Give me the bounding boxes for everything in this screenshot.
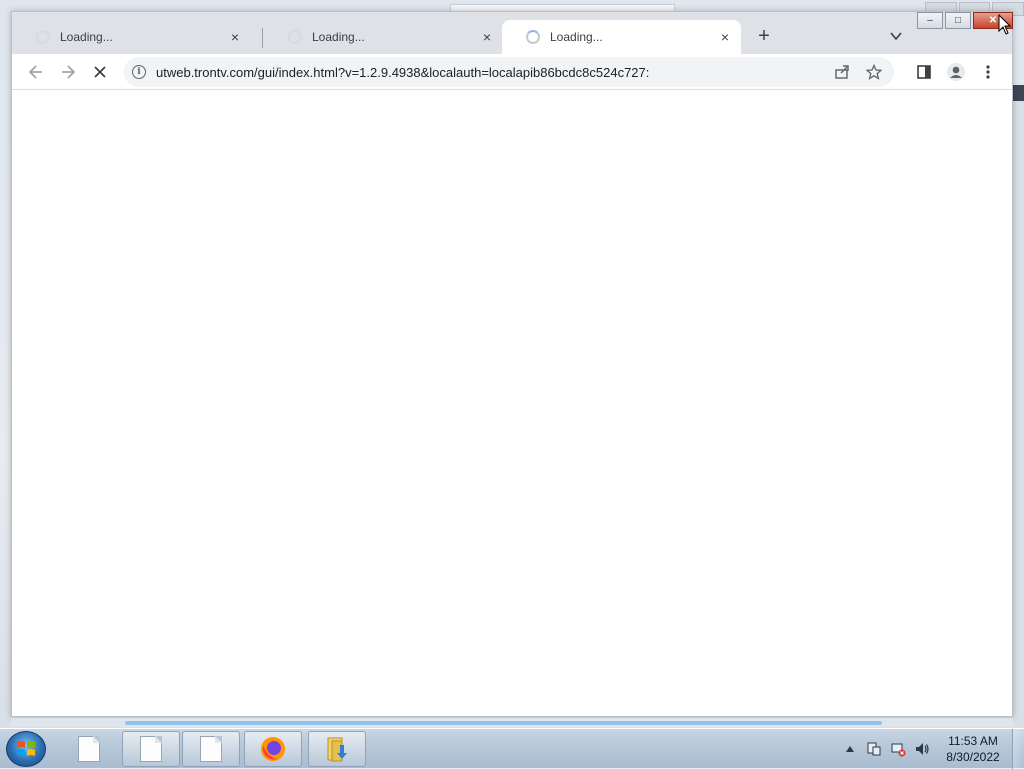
document-icon [78, 736, 100, 762]
back-button[interactable] [24, 60, 48, 84]
profile-button[interactable] [944, 60, 968, 84]
tab-close-icon[interactable]: × [715, 27, 735, 47]
url-text[interactable]: utweb.trontv.com/gui/index.html?v=1.2.9.… [156, 65, 830, 80]
tab-3-active[interactable]: Loading... × [502, 20, 741, 54]
chevron-down-icon [890, 32, 902, 41]
new-tab-button[interactable]: + [752, 24, 776, 48]
clock-date: 8/30/2022 [946, 750, 1000, 764]
speaker-icon [916, 743, 929, 755]
arrow-right-icon [62, 65, 76, 79]
loading-bar [125, 721, 882, 725]
taskbar: 11:53 AM 8/30/2022 [0, 728, 1024, 769]
loading-strip [11, 718, 1013, 727]
tab-close-icon[interactable]: × [477, 27, 497, 47]
stop-x-icon [94, 66, 106, 78]
volume-icon[interactable] [914, 741, 930, 757]
windows-logo-icon [17, 741, 35, 756]
document-icon [200, 736, 222, 762]
start-button[interactable] [6, 731, 46, 767]
tab-title: Loading... [550, 30, 603, 44]
action-center-icon[interactable] [866, 741, 882, 757]
arrow-left-icon [28, 65, 42, 79]
share-button[interactable] [830, 60, 854, 84]
avatar-icon [947, 63, 965, 81]
address-bar[interactable]: i utweb.trontv.com/gui/index.html?v=1.2.… [124, 57, 894, 87]
forward-button[interactable] [56, 60, 80, 84]
tab-title: Loading... [60, 30, 113, 44]
network-icon[interactable] [890, 741, 906, 757]
tab-title: Loading... [312, 30, 365, 44]
taskbar-item-installer[interactable] [308, 731, 366, 767]
kebab-menu-icon [986, 65, 990, 79]
system-tray [842, 735, 930, 763]
mouse-cursor-icon [998, 14, 1012, 35]
maximize-button[interactable]: □ [945, 12, 971, 29]
document-icon [140, 736, 162, 762]
side-panel-icon [917, 65, 931, 79]
tab-close-icon[interactable]: × [225, 27, 245, 47]
tab-separator [262, 28, 263, 48]
stop-loading-button[interactable] [88, 60, 112, 84]
taskbar-item-firefox[interactable] [244, 731, 302, 767]
taskbar-item-document-2[interactable] [122, 731, 180, 767]
show-hidden-icons-button[interactable] [842, 741, 858, 757]
clock-time: 11:53 AM [948, 734, 998, 748]
chevron-up-icon [846, 746, 854, 752]
browser-window: Loading... × Loading... × Loading... × +… [11, 11, 1013, 717]
site-info-icon[interactable]: i [132, 65, 146, 79]
taskbar-clock[interactable]: 11:53 AM 8/30/2022 [938, 733, 1008, 765]
loading-spinner-icon [526, 30, 540, 44]
taskbar-item-document-3[interactable] [182, 731, 240, 767]
star-icon [866, 64, 882, 80]
browser-toolbar: i utweb.trontv.com/gui/index.html?v=1.2.… [12, 54, 1012, 90]
loading-spinner-icon [36, 30, 50, 44]
minimize-button[interactable]: – [917, 12, 943, 29]
tab-strip: Loading... × Loading... × Loading... × +… [12, 12, 1013, 54]
network-error-icon [891, 743, 906, 757]
flag-icon [867, 742, 881, 756]
menu-button[interactable] [976, 60, 1000, 84]
show-desktop-button[interactable] [1012, 729, 1024, 769]
page-content[interactable] [12, 91, 1012, 716]
background-scrollbar [1013, 85, 1024, 101]
tab-2[interactable]: Loading... × [264, 20, 503, 54]
firefox-icon [261, 737, 285, 761]
share-icon [835, 65, 849, 79]
tab-search-button[interactable] [884, 24, 908, 48]
tab-1[interactable]: Loading... × [12, 20, 251, 54]
loading-spinner-icon [288, 30, 302, 44]
taskbar-item-document-1[interactable] [60, 731, 118, 767]
side-panel-button[interactable] [912, 60, 936, 84]
bookmark-button[interactable] [862, 60, 886, 84]
folder-download-icon [327, 737, 347, 762]
background-window-edge [1013, 85, 1024, 725]
